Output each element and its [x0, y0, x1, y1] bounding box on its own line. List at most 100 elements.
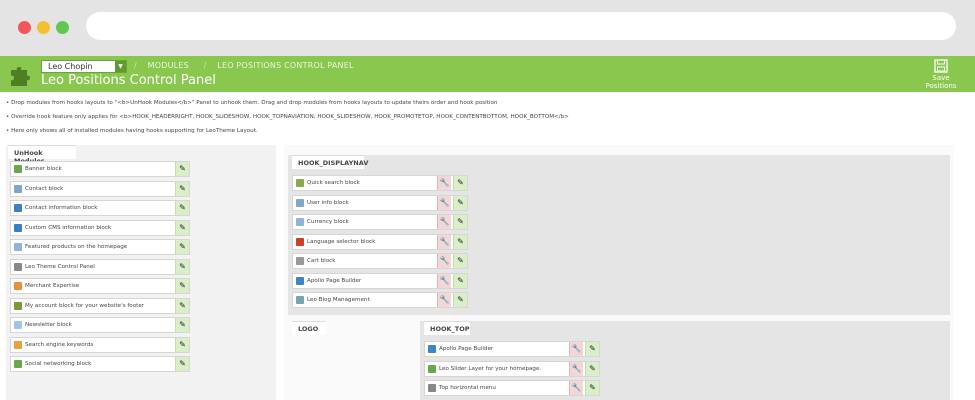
edit-pencil-icon[interactable]: ✎: [585, 381, 599, 395]
social-icon: [14, 360, 22, 368]
module-item[interactable]: Leo Slider Layer for your homepage. 🔧 ✎: [424, 360, 600, 377]
module-label: Leo Slider Layer for your homepage.: [439, 365, 542, 372]
module-item[interactable]: Quick search block 🔧 ✎: [292, 175, 468, 191]
page-header: Leo Chopin ▼ / MODULES / LEO POSITIONS C…: [0, 56, 975, 92]
edit-pencil-icon[interactable]: ✎: [585, 342, 599, 356]
module-item[interactable]: Contact block ✎: [10, 180, 190, 197]
module-item[interactable]: My account block for your website's foot…: [10, 297, 190, 314]
edit-pencil-icon[interactable]: ✎: [585, 361, 599, 376]
edit-pencil-icon[interactable]: ✎: [453, 215, 467, 229]
breadcrumb-separator: /: [203, 61, 207, 70]
module-item[interactable]: Apollo Page Builder 🔧 ✎: [292, 272, 468, 289]
page-content: Leo Chopin ▼ / MODULES / LEO POSITIONS C…: [0, 56, 975, 400]
edit-pencil-icon[interactable]: ✎: [175, 279, 189, 293]
banner-icon: [14, 165, 22, 173]
edit-pencil-icon[interactable]: ✎: [175, 318, 189, 332]
save-positions-button[interactable]: Save Positions: [916, 59, 966, 90]
maximize-window-button[interactable]: [56, 21, 69, 34]
hook-top-list: Apollo Page Builder 🔧 ✎ Leo Slider Layer fo…: [424, 341, 600, 400]
flag-icon: [296, 237, 304, 246]
unhook-modules-title: UnHook Modules: [8, 145, 76, 165]
module-item[interactable]: Currency block 🔧 ✎: [292, 214, 468, 230]
hook-logo-title: LOGO: [292, 321, 326, 335]
save-icon: [934, 59, 948, 73]
module-item[interactable]: User info block 🔧 ✎: [292, 194, 468, 211]
search-icon: [14, 340, 22, 349]
module-item[interactable]: Contact information block ✎: [10, 200, 190, 216]
module-label: Banner block: [25, 166, 62, 172]
edit-pencil-icon[interactable]: ✎: [175, 298, 189, 313]
wrench-icon[interactable]: 🔧: [437, 176, 451, 190]
save-positions-label: Save Positions: [925, 74, 957, 90]
menu-icon: [428, 384, 436, 392]
wrench-icon[interactable]: 🔧: [437, 293, 451, 307]
blog-icon: [296, 296, 304, 304]
module-item[interactable]: Merchant Expertise ✎: [10, 278, 190, 294]
edit-pencil-icon[interactable]: ✎: [453, 234, 467, 249]
edit-pencil-icon[interactable]: ✎: [175, 181, 189, 196]
wrench-icon[interactable]: 🔧: [437, 273, 451, 288]
module-item[interactable]: Social networking block ✎: [10, 356, 190, 372]
breadcrumb: / MODULES / LEO POSITIONS CONTROL PANEL: [134, 61, 366, 70]
breadcrumb-modules[interactable]: MODULES: [148, 61, 189, 70]
edit-pencil-icon[interactable]: ✎: [175, 201, 189, 215]
chevron-down-icon[interactable]: ▼: [115, 61, 126, 72]
page-title: Leo Positions Control Panel: [41, 73, 216, 88]
hook-displaynav-list: Quick search block 🔧 ✎ User info block 🔧 ✎ Cur…: [292, 175, 468, 312]
edit-pencil-icon[interactable]: ✎: [175, 220, 189, 235]
edit-pencil-icon[interactable]: ✎: [453, 273, 467, 288]
module-label: Top horizontal menu: [439, 385, 496, 391]
wrench-icon[interactable]: 🔧: [437, 254, 451, 268]
module-item[interactable]: Leo Theme Control Panel ✎: [10, 258, 190, 275]
module-item[interactable]: Search engine keywords ✎: [10, 336, 190, 353]
module-label: User info block: [307, 199, 349, 206]
module-item[interactable]: Leo Blog Management 🔧 ✎: [292, 292, 468, 308]
edit-pencil-icon[interactable]: ✎: [453, 176, 467, 190]
merchant-icon: [14, 282, 22, 290]
leo-icon: [14, 262, 22, 271]
edit-pencil-icon[interactable]: ✎: [175, 259, 189, 274]
module-item[interactable]: Apollo Page Builder 🔧 ✎: [424, 341, 600, 357]
slider-icon: [428, 364, 436, 373]
wrench-icon[interactable]: 🔧: [437, 195, 451, 210]
module-label: Contact information block: [25, 205, 98, 211]
module-item[interactable]: Featured products on the homepage ✎: [10, 239, 190, 255]
edit-pencil-icon[interactable]: ✎: [175, 240, 189, 254]
wrench-icon[interactable]: 🔧: [569, 361, 583, 376]
module-item[interactable]: Cart block 🔧 ✎: [292, 253, 468, 269]
module-item[interactable]: Top horizontal menu 🔧 ✎: [424, 380, 600, 396]
edit-pencil-icon[interactable]: ✎: [175, 162, 189, 176]
hook-top: HOOK_TOP Apollo Page Builder 🔧 ✎ Leo Slider…: [420, 321, 950, 400]
edit-pencil-icon[interactable]: ✎: [453, 254, 467, 268]
module-label: Apollo Page Builder: [439, 346, 494, 352]
module-label: Contact block: [25, 185, 64, 192]
module-item[interactable]: Language selector block 🔧 ✎: [292, 233, 468, 250]
wrench-icon[interactable]: 🔧: [437, 234, 451, 249]
module-item[interactable]: Newsletter block ✎: [10, 317, 190, 333]
module-label: Social networking block: [25, 361, 92, 367]
close-window-button[interactable]: [18, 21, 31, 34]
currency-icon: [296, 218, 304, 226]
hook-logo: LOGO: [288, 321, 415, 400]
minimize-window-button[interactable]: [37, 21, 50, 34]
shop-select[interactable]: Leo Chopin ▼: [41, 60, 127, 73]
address-bar[interactable]: [86, 12, 956, 40]
module-label: Leo Theme Control Panel: [25, 263, 95, 270]
module-label: My account block for your website's foot…: [25, 302, 145, 309]
breadcrumb-current: LEO POSITIONS CONTROL PANEL: [217, 61, 354, 70]
edit-pencil-icon[interactable]: ✎: [453, 293, 467, 307]
wrench-icon[interactable]: 🔧: [569, 381, 583, 395]
wrench-icon[interactable]: 🔧: [437, 215, 451, 229]
contact-icon: [14, 184, 22, 193]
help-note: • Here only shows all of installed modul…: [6, 128, 258, 134]
module-label: Cart block: [307, 258, 336, 264]
help-notes: • Drop modules from hooks layouts to "<b…: [6, 96, 569, 138]
edit-pencil-icon[interactable]: ✎: [175, 357, 189, 371]
module-item[interactable]: Banner block ✎: [10, 161, 190, 177]
newsletter-icon: [14, 321, 22, 329]
wrench-icon[interactable]: 🔧: [569, 342, 583, 356]
edit-pencil-icon[interactable]: ✎: [453, 195, 467, 210]
edit-pencil-icon[interactable]: ✎: [175, 337, 189, 352]
hook-top-title: HOOK_TOP: [424, 321, 470, 335]
module-item[interactable]: Custom CMS information block ✎: [10, 219, 190, 236]
